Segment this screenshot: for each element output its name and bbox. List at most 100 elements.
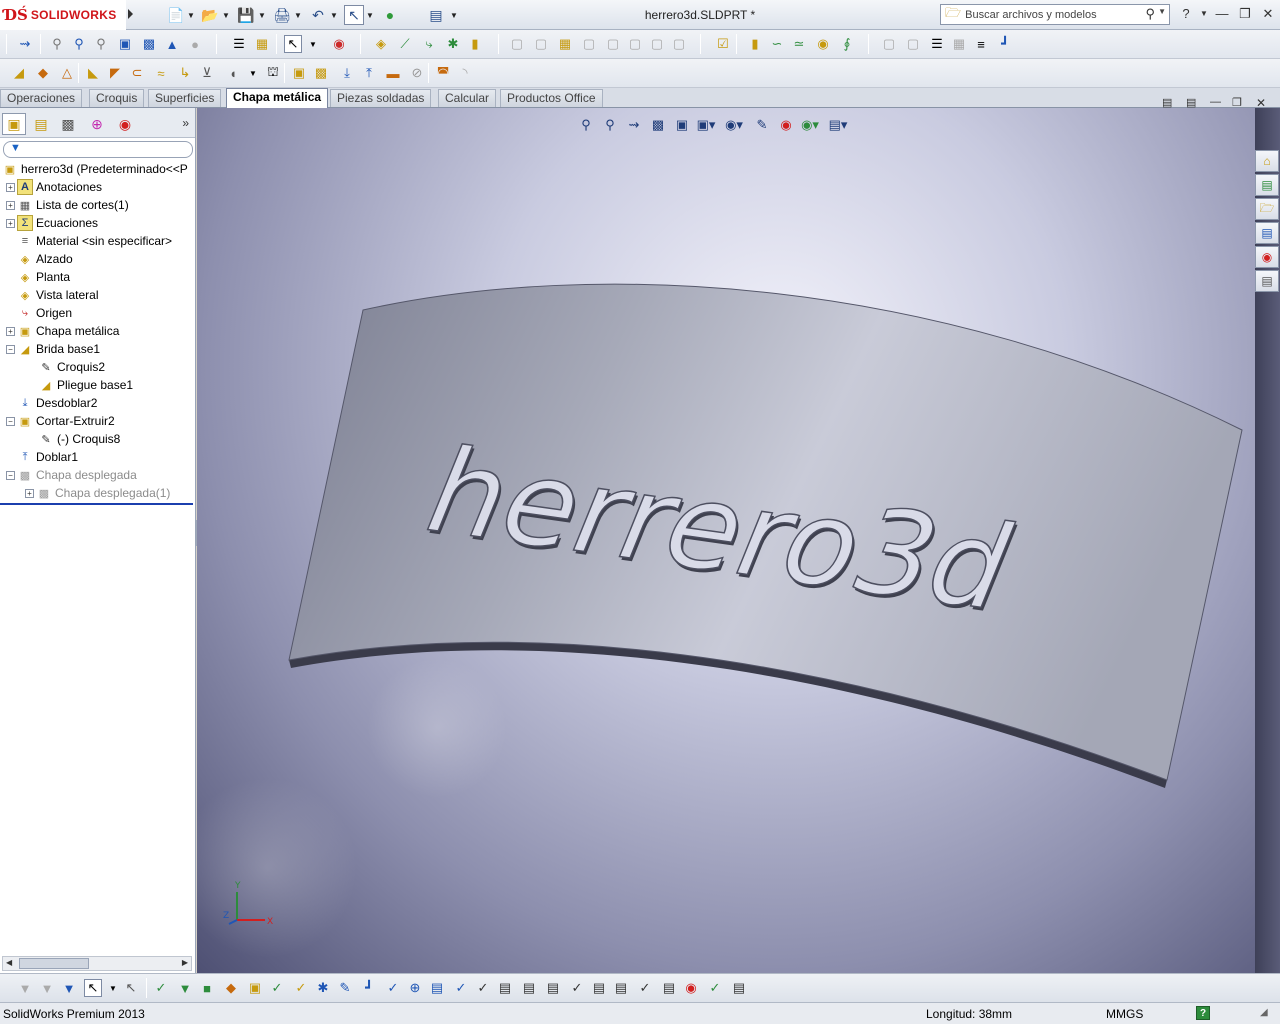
select-arrow-icon[interactable]: ↖ [344, 5, 364, 25]
chevron-down-icon[interactable]: ▼ [330, 5, 338, 25]
flatten-icon[interactable]: ▬ [384, 64, 402, 82]
search-icon[interactable]: ⚲ [1145, 6, 1155, 22]
options-list-icon[interactable]: ☰ [230, 35, 248, 53]
tree-item-ecuaciones[interactable]: + Σ Ecuaciones [6, 214, 98, 232]
filter-dowel-icon[interactable]: ▤ [590, 979, 608, 997]
shaded-icon[interactable]: ▲ [163, 35, 181, 53]
tree-item-anotaciones[interactable]: + A Anotaciones [6, 178, 102, 196]
extruded-cut-icon[interactable]: ▣ [290, 64, 308, 82]
tree-item-brida-base[interactable]: − ◢ Brida base1 [6, 340, 100, 358]
filter-vertices-icon[interactable]: ✓ [152, 979, 170, 997]
tab-superficies[interactable]: Superficies [148, 89, 222, 107]
expand-icon[interactable]: + [6, 182, 15, 192]
search-input[interactable]: 🗁 Buscar archivos y modelos ⚲ ▼ [940, 4, 1170, 25]
expand-tabs-icon[interactable]: » [182, 116, 189, 130]
chevron-down-icon[interactable]: ▼ [104, 979, 122, 997]
edit-appearance-icon[interactable]: ✎ [751, 114, 773, 136]
filter-appearance-icon[interactable]: ◉ [682, 979, 700, 997]
scroll-thumb[interactable] [19, 958, 89, 969]
doc-minimize-icon[interactable]: — [1210, 96, 1221, 108]
options-icon[interactable]: ▤ [426, 5, 446, 25]
zoom-area-icon[interactable]: ⚲ [70, 35, 88, 53]
insert-bends-icon[interactable]: ◝ [456, 64, 474, 82]
menu-arrow-icon[interactable] [128, 9, 133, 19]
minimize-icon[interactable]: — [1212, 6, 1232, 24]
solidworks-resources-icon[interactable]: ⌂ [1255, 150, 1279, 172]
tree-item-origen[interactable]: ⤷ Origen [17, 304, 72, 322]
tab-calcular[interactable]: Calcular [438, 89, 497, 107]
property-manager-tab-icon[interactable]: ▤ [29, 113, 53, 135]
chevron-down-icon[interactable]: ▼ [366, 5, 374, 25]
chevron-down-icon[interactable]: ▼ [304, 35, 322, 53]
axis-icon[interactable]: ⟋ [396, 35, 414, 53]
forming-tool-icon[interactable]: ⛫ [264, 64, 282, 82]
chevron-down-icon[interactable]: ▼ [222, 5, 230, 25]
rip-icon[interactable]: ◚ [434, 64, 452, 82]
no-bends-icon[interactable]: ⊘ [408, 64, 426, 82]
chevron-down-icon[interactable]: ▼ [258, 5, 266, 25]
status-help-icon[interactable]: ? [1196, 1006, 1210, 1020]
tree-item-chapa-desplegada[interactable]: − ▩ Chapa desplegada [6, 466, 137, 484]
horizontal-scrollbar[interactable]: ◀ ▶ [2, 956, 192, 971]
zoom-to-fit-icon[interactable]: ⚲ [48, 35, 66, 53]
tile-view-icon[interactable]: ▤ [1186, 96, 1196, 109]
filter-connection-icon[interactable]: ✓ [706, 979, 724, 997]
tree-item-chapa-metalica[interactable]: + ▣ Chapa metálica [6, 322, 119, 340]
tree-item-desdoblar[interactable]: ⤓ Desdoblar2 [17, 394, 98, 412]
filter-icon[interactable]: ▼ [16, 979, 34, 997]
undo-icon[interactable]: ↶ [308, 5, 328, 25]
align-icon[interactable]: ≡ [972, 35, 990, 53]
scroll-left-icon[interactable]: ◀ [6, 958, 12, 967]
feature-tree-tab-icon[interactable]: ▣ [2, 113, 26, 135]
filter-blocks-icon[interactable]: ▤ [660, 979, 678, 997]
select-other-icon[interactable]: ↖ [122, 979, 140, 997]
tree-item-chapa-desplegada-1[interactable]: + ▩ Chapa desplegada(1) [25, 484, 170, 502]
open-folder-icon[interactable]: 📂 [200, 5, 220, 25]
pattern-icon[interactable]: ∮ [838, 35, 856, 53]
filter-stacked-balloons-icon[interactable]: ▤ [520, 979, 538, 997]
filter-surfaces-icon[interactable]: ◆ [222, 979, 240, 997]
filter-sketch-icon[interactable]: ✎ [336, 979, 354, 997]
coordinate-system-icon[interactable]: ⤷ [420, 35, 438, 53]
hide-show-icon[interactable]: ◉▾ [719, 114, 749, 136]
hem-icon[interactable]: ⊂ [128, 64, 146, 82]
tab-operaciones[interactable]: Operaciones [0, 89, 83, 107]
design-library-icon[interactable]: ▤ [1255, 174, 1279, 196]
chevron-down-icon[interactable]: ▼ [1158, 7, 1166, 16]
filter-solids-icon[interactable]: ▣ [246, 979, 264, 997]
file-explorer-icon[interactable]: 🗁 [1255, 198, 1279, 220]
expand-icon[interactable]: + [6, 326, 15, 336]
tree-item-planta[interactable]: ◈ Planta [17, 268, 70, 286]
select-icon[interactable]: ↖ [284, 35, 302, 53]
tree-item-vista-lateral[interactable]: ◈ Vista lateral [17, 286, 99, 304]
rollback-bar[interactable] [0, 503, 193, 505]
zoom-to-fit-icon[interactable]: ⚲ [575, 114, 597, 136]
view-settings-icon[interactable]: ▤▾ [823, 114, 853, 136]
cube-view-icon[interactable]: ▣ [116, 35, 134, 53]
chevron-down-icon[interactable]: ▼ [244, 64, 262, 82]
tree-item-croquis8[interactable]: ✎ (-) Croquis8 [38, 430, 120, 448]
close-icon[interactable]: ✕ [1258, 6, 1278, 24]
convert-icon[interactable]: ◉ [814, 35, 832, 53]
expand-icon[interactable]: + [25, 488, 34, 498]
display-style-icon[interactable]: ▣▾ [695, 114, 717, 136]
chevron-down-icon[interactable]: ▼ [1194, 9, 1214, 27]
filter-centermarks-icon[interactable]: ▤ [544, 979, 562, 997]
convert-to-sheet-metal-icon[interactable]: ◆ [34, 64, 52, 82]
resize-grip-icon[interactable]: ◢ [1260, 1007, 1268, 1018]
custom-properties-icon[interactable]: ▤ [1255, 270, 1279, 292]
filter-edges-icon[interactable]: ▼ [176, 979, 194, 997]
fold-icon[interactable]: ⤒ [360, 64, 378, 82]
jog-icon[interactable]: ≈ [152, 64, 170, 82]
view-palette-icon[interactable]: ▤ [1255, 222, 1279, 244]
lofted-bend-icon[interactable]: △ [58, 64, 76, 82]
filter-datum-icon[interactable]: ✓ [452, 979, 470, 997]
filter-surface-finish-icon[interactable]: ⊕ [406, 979, 424, 997]
save-icon[interactable]: 💾 [236, 5, 256, 25]
apply-scene-icon[interactable]: ◉▾ [799, 114, 821, 136]
filter-tolerance-icon[interactable]: ✓ [474, 979, 492, 997]
previous-view-icon[interactable]: ⇝ [623, 114, 645, 136]
sketched-bend-icon[interactable]: ↳ [176, 64, 194, 82]
display-manager-tab-icon[interactable]: ◉ [113, 113, 137, 135]
point-icon[interactable]: ✱ [444, 35, 462, 53]
